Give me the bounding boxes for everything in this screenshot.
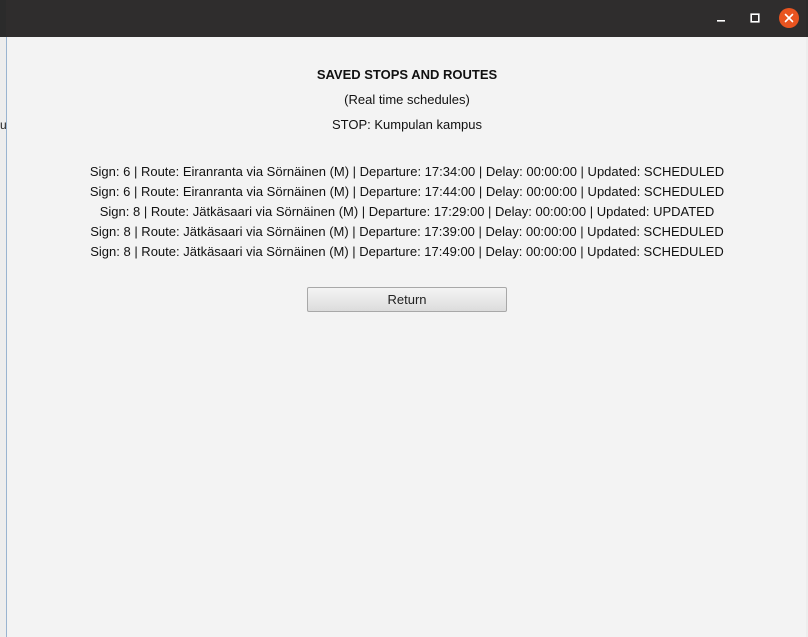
schedule-row: Sign: 8 | Route: Jätkäsaari via Sörnäine… [90, 224, 724, 239]
schedule-list: Sign: 6 | Route: Eiranranta via Sörnäine… [7, 162, 807, 262]
schedule-row: Sign: 6 | Route: Eiranranta via Sörnäine… [89, 164, 725, 179]
minimize-button[interactable] [710, 7, 732, 29]
minimize-icon [717, 20, 725, 22]
window-controls [710, 7, 800, 29]
schedule-row: Sign: 8 | Route: Jätkäsaari via Sörnäine… [90, 244, 724, 259]
window-titlebar[interactable] [6, 0, 806, 37]
page-title: SAVED STOPS AND ROUTES [316, 67, 498, 82]
maximize-button[interactable] [744, 7, 766, 29]
window-content: SAVED STOPS AND ROUTES (Real time schedu… [6, 37, 806, 637]
maximize-icon [750, 13, 760, 23]
close-button[interactable] [778, 7, 800, 29]
page-subtitle: (Real time schedules) [344, 92, 470, 107]
app-window: SAVED STOPS AND ROUTES (Real time schedu… [6, 0, 806, 637]
schedule-row: Sign: 6 | Route: Eiranranta via Sörnäine… [89, 184, 725, 199]
return-button[interactable]: Return [307, 287, 507, 312]
close-icon [779, 8, 799, 28]
stop-label: STOP: Kumpulan kampus [331, 117, 483, 132]
schedule-row: Sign: 8 | Route: Jätkäsaari via Sörnäine… [99, 204, 715, 219]
